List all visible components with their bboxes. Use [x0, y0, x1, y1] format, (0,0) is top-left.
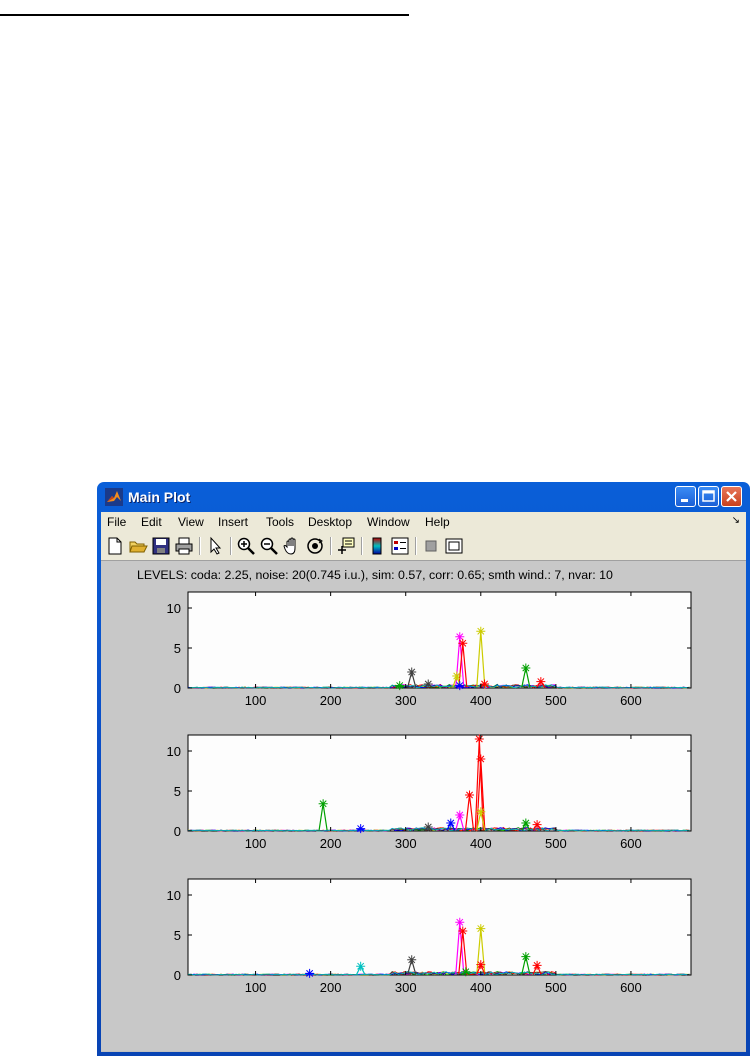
menu-help[interactable]: Help	[425, 515, 450, 529]
x-tick-label: 100	[245, 980, 267, 995]
window-client-area: File Edit View Insert Tools Desktop Wind…	[101, 512, 746, 1052]
x-tick-label: 100	[245, 693, 267, 708]
menu-bar: File Edit View Insert Tools Desktop Wind…	[101, 512, 746, 532]
axes-3[interactable]	[187, 878, 692, 976]
main-plot-window: Main Plot File Edit View Insert Tools De…	[97, 482, 750, 1056]
y-tick-label: 0	[174, 681, 181, 696]
x-tick-label: 600	[620, 693, 642, 708]
close-icon	[726, 491, 737, 502]
hide-plot-tools-icon[interactable]	[421, 536, 441, 556]
maximize-icon	[702, 490, 715, 502]
x-tick-label: 300	[395, 980, 417, 995]
menu-window[interactable]: Window	[367, 515, 410, 529]
menu-view[interactable]: View	[178, 515, 204, 529]
toolbar-separator	[415, 537, 417, 555]
x-tick-label: 400	[470, 980, 492, 995]
x-tick-label: 200	[320, 693, 342, 708]
legend-icon[interactable]	[390, 536, 410, 556]
y-tick-label: 5	[174, 641, 181, 656]
window-title: Main Plot	[128, 489, 191, 505]
axes-container: 100 200 300 400 500 6000510100 200 300 400 500 600…	[167, 591, 692, 995]
zoom-out-icon[interactable]	[259, 536, 279, 556]
save-icon[interactable]	[151, 536, 171, 556]
y-tick-label: 10	[167, 888, 181, 903]
figure-canvas: LEVELS: coda: 2.25, noise: 20(0.745 i.u.…	[101, 561, 746, 1051]
zoom-in-icon[interactable]	[236, 536, 256, 556]
edit-plot-arrow-icon[interactable]	[205, 536, 225, 556]
menu-file[interactable]: File	[107, 515, 126, 529]
dock-figure-button[interactable]: ↘	[732, 515, 740, 526]
close-button[interactable]	[721, 486, 742, 507]
x-tick-label: 600	[620, 980, 642, 995]
x-tick-label: 500	[545, 693, 567, 708]
open-file-icon[interactable]	[128, 536, 148, 556]
toolbar-separator	[230, 537, 232, 555]
y-tick-label: 10	[167, 744, 181, 759]
toolbar-separator	[199, 537, 201, 555]
print-icon[interactable]	[174, 536, 194, 556]
document-top-rule	[0, 14, 409, 16]
toolbar-separator	[330, 537, 332, 555]
y-tick-label: 5	[174, 784, 181, 799]
new-figure-icon[interactable]	[105, 536, 125, 556]
menu-edit[interactable]: Edit	[141, 515, 162, 529]
x-tick-label: 200	[320, 836, 342, 851]
window-titlebar[interactable]: Main Plot	[101, 482, 746, 512]
x-tick-label: 500	[545, 836, 567, 851]
pan-hand-icon[interactable]	[282, 536, 302, 556]
x-tick-label: 200	[320, 980, 342, 995]
axes-1[interactable]	[187, 591, 692, 689]
x-tick-label: 600	[620, 836, 642, 851]
y-tick-label: 10	[167, 601, 181, 616]
y-tick-label: 0	[174, 824, 181, 839]
show-plot-tools-icon[interactable]	[444, 536, 464, 556]
maximize-button[interactable]	[698, 486, 719, 507]
colorbar-icon[interactable]	[367, 536, 387, 556]
axes-2[interactable]	[187, 734, 692, 832]
x-tick-label: 300	[395, 693, 417, 708]
menu-desktop[interactable]: Desktop	[308, 515, 352, 529]
x-tick-label: 400	[470, 836, 492, 851]
minimize-icon	[681, 499, 688, 502]
matlab-logo-icon	[105, 488, 123, 506]
minimize-button[interactable]	[675, 486, 696, 507]
figure-toolbar	[101, 532, 746, 561]
menu-insert[interactable]: Insert	[218, 515, 248, 529]
y-tick-label: 0	[174, 968, 181, 983]
x-tick-label: 100	[245, 836, 267, 851]
x-tick-label: 300	[395, 836, 417, 851]
toolbar-separator	[361, 537, 363, 555]
y-tick-label: 5	[174, 928, 181, 943]
x-tick-label: 400	[470, 693, 492, 708]
data-cursor-icon[interactable]	[336, 536, 356, 556]
rotate-3d-icon[interactable]	[305, 536, 325, 556]
x-tick-label: 500	[545, 980, 567, 995]
menu-tools[interactable]: Tools	[266, 515, 294, 529]
